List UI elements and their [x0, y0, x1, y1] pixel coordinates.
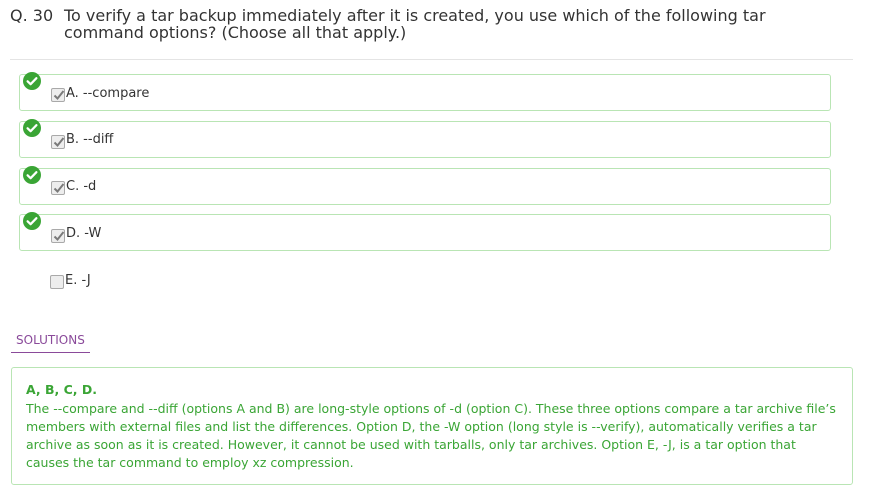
option-b-checkbox[interactable]	[51, 135, 65, 149]
check-circle-icon	[23, 212, 41, 230]
solution-answer: A, B, C, D.	[26, 382, 98, 397]
solution-box: A, B, C, D. The --compare and --diff (op…	[11, 367, 853, 485]
option-a[interactable]: A. --compare	[19, 72, 831, 111]
option-c-checkbox[interactable]	[51, 181, 65, 195]
option-c-label: C. -d	[66, 179, 97, 194]
option-b[interactable]: B. --diff	[19, 119, 831, 158]
option-d-label: D. -W	[66, 226, 102, 241]
question-number: Q. 30	[10, 6, 54, 25]
option-a-label: A. --compare	[66, 86, 150, 101]
option-c[interactable]: C. -d	[19, 166, 831, 205]
option-e-checkbox[interactable]	[50, 275, 64, 289]
option-d-checkbox[interactable]	[51, 229, 65, 243]
check-circle-icon	[23, 72, 41, 90]
option-e[interactable]: E. -J	[19, 262, 831, 299]
checkmark-icon	[53, 183, 65, 193]
question-text: To verify a tar backup immediately after…	[64, 6, 766, 42]
check-circle-icon	[23, 166, 41, 184]
checkmark-icon	[53, 137, 65, 147]
solution-explanation: The --compare and --diff (options A and …	[26, 401, 836, 470]
check-circle-icon	[23, 119, 41, 137]
divider	[10, 59, 853, 60]
option-d[interactable]: D. -W	[19, 212, 831, 251]
option-e-label: E. -J	[65, 273, 91, 288]
option-b-label: B. --diff	[66, 132, 114, 147]
solutions-tab[interactable]: SOLUTIONS	[11, 333, 90, 353]
checkmark-icon	[53, 90, 65, 100]
option-a-checkbox[interactable]	[51, 88, 65, 102]
checkmark-icon	[53, 231, 65, 241]
